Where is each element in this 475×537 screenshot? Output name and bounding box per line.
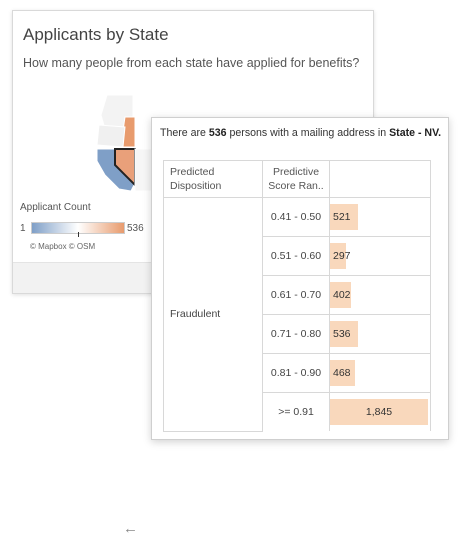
table-row[interactable]: Fraudulent 0.41 - 0.50 521 xyxy=(163,197,431,432)
bar-cell[interactable]: 1,845 xyxy=(329,392,431,431)
count-label: 536 xyxy=(333,328,351,340)
tooltip-panel: There are 536 persons with a mailing add… xyxy=(151,117,449,440)
tooltip-header: There are 536 persons with a mailing add… xyxy=(160,127,441,139)
disposition-cell: Fraudulent xyxy=(163,197,263,432)
back-arrow-icon[interactable]: ← xyxy=(123,520,138,537)
legend-min: 1 xyxy=(20,223,26,234)
legend-max: 536 xyxy=(127,223,144,234)
disposition-table: Predicted Disposition Predictive Score R… xyxy=(163,160,431,432)
col-header-score-range[interactable]: Predictive Score Ran.. xyxy=(262,160,330,198)
count-label: 468 xyxy=(333,367,351,379)
tooltip-header-mid: persons with a mailing address in xyxy=(226,127,390,139)
score-range-cell: 0.81 - 0.90 xyxy=(262,353,330,393)
bar-cell[interactable]: 468 xyxy=(329,353,431,393)
col-header-bar xyxy=(329,160,431,198)
count-label: 297 xyxy=(333,250,351,262)
map-credits[interactable]: © Mapbox © OSM xyxy=(30,242,95,251)
count-label: 402 xyxy=(333,289,351,301)
legend-marker xyxy=(78,232,79,237)
map-state-or[interactable] xyxy=(96,124,126,148)
tooltip-header-prefix: There are xyxy=(160,127,209,139)
score-range-cell: 0.51 - 0.60 xyxy=(262,236,330,276)
count-label: 1,845 xyxy=(365,406,393,418)
count-label: 521 xyxy=(333,211,351,223)
dashboard-title: Applicants by State xyxy=(23,25,169,44)
table-header-row: Predicted Disposition Predictive Score R… xyxy=(163,160,431,198)
tooltip-count: 536 xyxy=(208,127,227,139)
col-header-disposition[interactable]: Predicted Disposition xyxy=(163,160,263,198)
tooltip-state: State - NV. xyxy=(389,127,442,139)
bar-cell[interactable]: 536 xyxy=(329,314,431,354)
score-range-cell: 0.41 - 0.50 xyxy=(262,197,330,237)
score-range-cell: >= 0.91 xyxy=(262,392,330,431)
bar-cell[interactable]: 521 xyxy=(329,197,431,237)
score-range-cell: 0.71 - 0.80 xyxy=(262,314,330,354)
bar-cell[interactable]: 402 xyxy=(329,275,431,315)
score-range-cell: 0.61 - 0.70 xyxy=(262,275,330,315)
dashboard-subtitle: How many people from each state have app… xyxy=(23,56,360,70)
bar-cell[interactable]: 297 xyxy=(329,236,431,276)
legend-title: Applicant Count xyxy=(20,202,91,213)
